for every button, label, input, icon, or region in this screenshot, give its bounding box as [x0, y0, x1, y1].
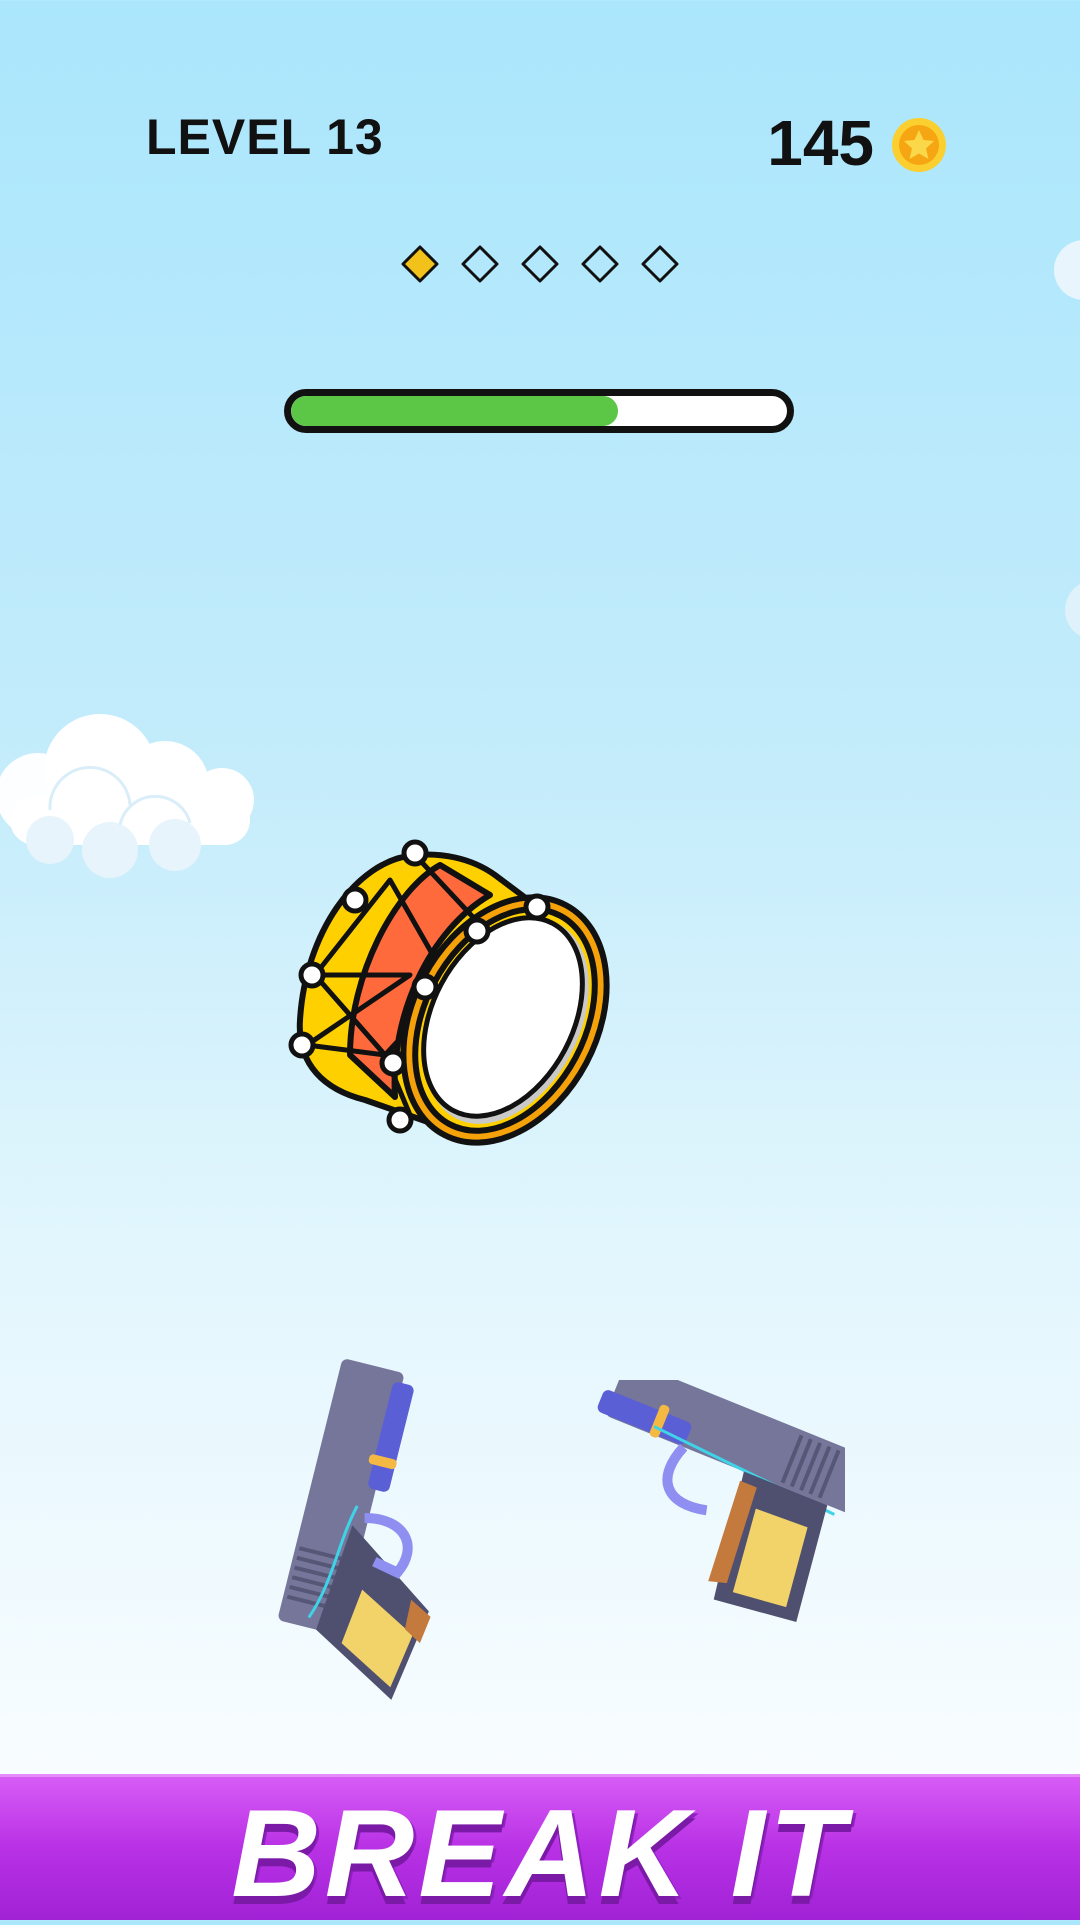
banner-title: BREAK IT — [231, 1785, 849, 1923]
stage-diamond — [401, 245, 439, 283]
star-coin-icon — [892, 118, 946, 172]
coin-counter: 145 — [767, 107, 874, 179]
pistol-left[interactable] — [230, 1355, 470, 1715]
stage-diamond — [521, 245, 559, 283]
stage-diamond — [641, 245, 679, 283]
stage-diamond — [461, 245, 499, 283]
stage-indicator — [401, 245, 679, 283]
progress-fill — [291, 396, 619, 426]
break-it-banner: BREAK IT — [0, 1774, 1080, 1923]
level-progress-bar — [284, 389, 794, 433]
cloud-decoration — [1065, 584, 1080, 636]
cloud-decoration — [1054, 240, 1080, 300]
cloud-decoration — [0, 714, 254, 878]
stage-diamond — [581, 245, 619, 283]
pistol-right[interactable] — [555, 1380, 845, 1700]
level-label: LEVEL 13 — [146, 109, 384, 165]
drum-target[interactable] — [285, 835, 615, 1175]
